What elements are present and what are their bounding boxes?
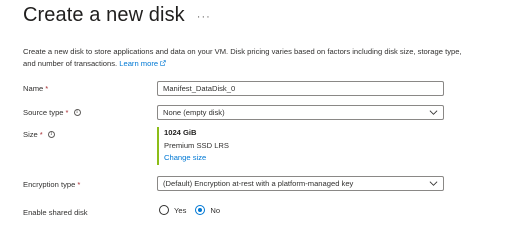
page-description: Create a new disk to store applications … bbox=[23, 46, 473, 69]
size-sku: Premium SSD LRS bbox=[164, 140, 229, 150]
required-mark: * bbox=[39, 130, 43, 139]
change-size-link[interactable]: Change size bbox=[164, 152, 229, 165]
shared-disk-label: Enable shared disk bbox=[23, 208, 88, 217]
radio-yes-label: Yes bbox=[174, 205, 187, 215]
source-type-label: Source type * bbox=[23, 108, 81, 117]
shared-disk-yes-option[interactable]: Yes bbox=[159, 205, 186, 215]
description-text: Create a new disk to store applications … bbox=[23, 47, 462, 68]
shared-disk-radio-group: Yes No bbox=[159, 205, 220, 215]
radio-yes[interactable] bbox=[159, 205, 169, 215]
more-ellipsis-icon[interactable]: ··· bbox=[197, 11, 211, 23]
page-title: Create a new disk bbox=[23, 4, 185, 26]
name-input-value: Manifest_DataDisk_0 bbox=[163, 84, 236, 93]
source-type-dropdown[interactable]: None (empty disk) bbox=[157, 105, 444, 120]
chevron-down-icon bbox=[429, 110, 438, 115]
page-header: Create a new disk ··· bbox=[23, 4, 211, 27]
name-input[interactable]: Manifest_DataDisk_0 bbox=[157, 81, 444, 96]
radio-no[interactable] bbox=[195, 205, 206, 215]
size-value: 1024 GiB bbox=[164, 128, 197, 137]
required-mark: * bbox=[77, 180, 81, 189]
required-mark: * bbox=[65, 108, 69, 117]
radio-no-label: No bbox=[210, 205, 221, 215]
encryption-type-label: Encryption type * bbox=[23, 180, 81, 189]
name-label: Name * bbox=[23, 84, 49, 93]
encryption-type-dropdown[interactable]: (Default) Encryption at-rest with a plat… bbox=[157, 176, 444, 191]
required-mark: * bbox=[45, 84, 49, 93]
shared-disk-no-option[interactable]: No bbox=[195, 205, 220, 215]
source-type-value: None (empty disk) bbox=[163, 108, 225, 117]
encryption-type-value: (Default) Encryption at-rest with a plat… bbox=[163, 179, 354, 188]
info-icon[interactable] bbox=[47, 131, 55, 138]
info-icon[interactable] bbox=[73, 109, 81, 116]
chevron-down-icon bbox=[429, 181, 438, 186]
external-link-icon bbox=[160, 59, 166, 66]
size-label: Size * bbox=[23, 130, 55, 139]
learn-more-link[interactable]: Learn more bbox=[119, 59, 166, 68]
size-summary: 1024 GiB Premium SSD LRS Change size bbox=[157, 127, 229, 165]
